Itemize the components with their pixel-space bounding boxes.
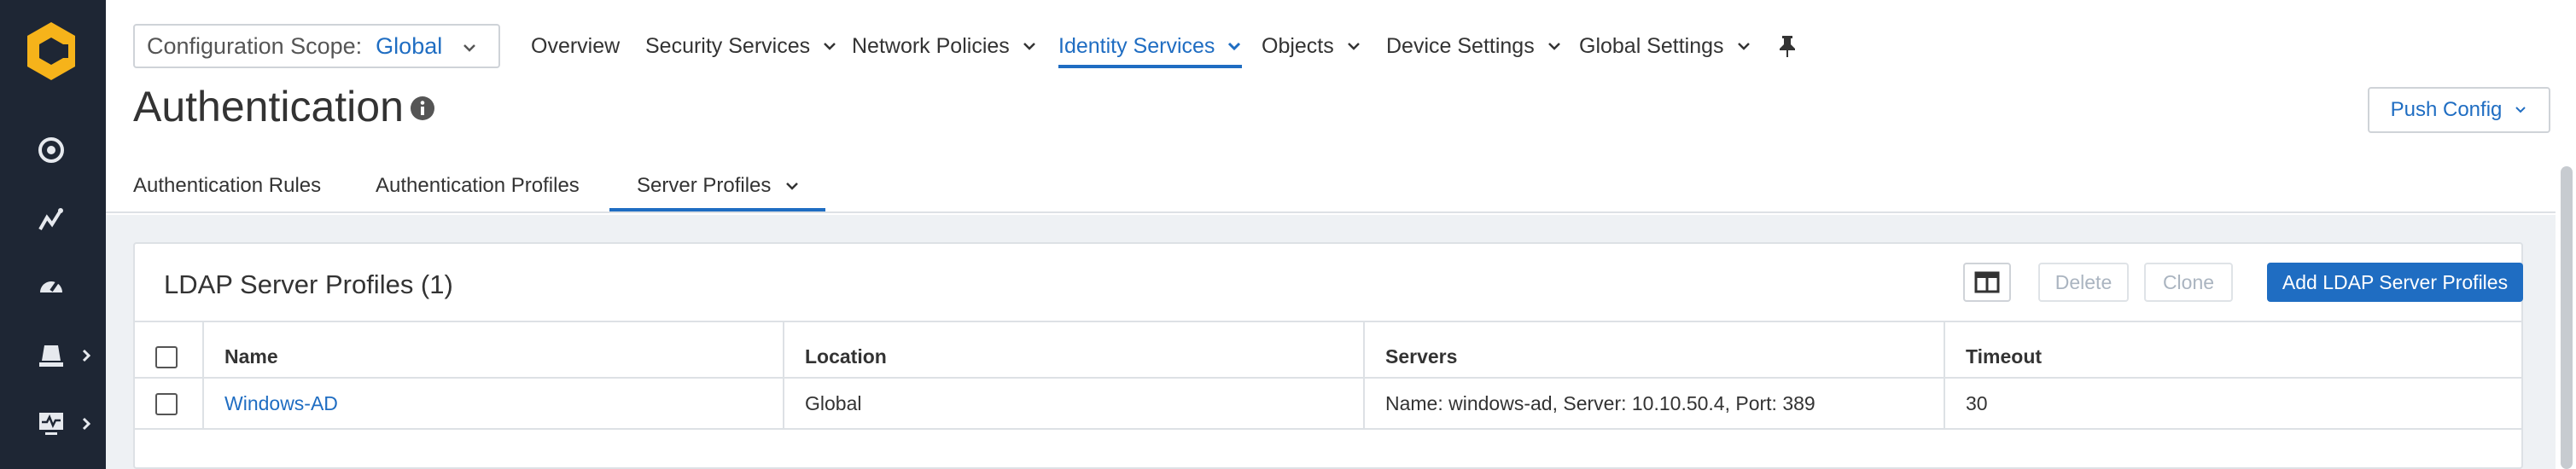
cell-servers: Name: windows-ad, Server: 10.10.50.4, Po…: [1364, 377, 1945, 430]
pin-icon: [1780, 36, 1795, 57]
row-checkbox[interactable]: [155, 392, 178, 415]
configuration-scope-select[interactable]: Configuration Scope: Global: [133, 24, 500, 68]
column-header-location[interactable]: Location: [784, 321, 1365, 378]
cell-name: Windows-AD: [203, 377, 784, 430]
nav-global-settings[interactable]: Global Settings: [1579, 29, 1751, 63]
activity-icon[interactable]: [34, 203, 68, 237]
profile-name-link[interactable]: Windows-AD: [224, 392, 338, 414]
select-all-checkbox[interactable]: [155, 346, 178, 368]
info-icon[interactable]: [410, 96, 435, 121]
table-header-row: Name Location Servers Timeout: [135, 321, 2523, 378]
main-area: Configuration Scope: Global Overview Sec…: [106, 0, 2576, 469]
chevron-down-icon: [1737, 43, 1750, 50]
table-row[interactable]: Windows-AD Global Name: windows-ad, Serv…: [135, 377, 2523, 430]
page-title: Authentication: [133, 83, 404, 130]
pin-button[interactable]: [1777, 29, 1798, 63]
gauge-icon[interactable]: [34, 269, 68, 304]
chevron-down-icon: [1347, 43, 1360, 50]
scope-value: Global: [376, 32, 443, 59]
vertical-scrollbar[interactable]: [2561, 166, 2573, 469]
nav-objects[interactable]: Objects: [1262, 29, 1361, 63]
chevron-down-icon: [1547, 43, 1560, 50]
chevron-right-icon[interactable]: [79, 416, 94, 431]
chevron-down-icon: [2515, 107, 2526, 113]
ldap-server-profiles-card: LDAP Server Profiles (1) Delete Clone Ad…: [133, 242, 2523, 469]
tab-authentication-profiles[interactable]: Authentication Profiles: [376, 174, 580, 198]
sub-tabs: Authentication Rules Authentication Prof…: [106, 162, 2556, 213]
column-header-timeout[interactable]: Timeout: [1944, 321, 2523, 378]
columns-button[interactable]: [1963, 263, 2011, 302]
logo-icon[interactable]: [24, 20, 79, 82]
nav-network-policies[interactable]: Network Policies: [852, 29, 1037, 63]
select-all-cell: [135, 321, 204, 378]
chevron-down-icon: [1023, 43, 1035, 50]
ldap-profiles-table: Name Location Servers Timeout Windows-AD…: [135, 321, 2523, 430]
chevron-down-icon: [463, 44, 475, 52]
monitor-icon[interactable]: [34, 406, 68, 440]
row-select-cell: [135, 377, 204, 430]
columns-icon: [1974, 271, 2000, 293]
add-ldap-server-profiles-button[interactable]: Add LDAP Server Profiles: [2267, 263, 2523, 302]
column-header-name[interactable]: Name: [203, 321, 784, 378]
nav-identity-services[interactable]: Identity Services: [1058, 29, 1243, 68]
chevron-down-icon: [1228, 42, 1241, 51]
cell-timeout: 30: [1944, 377, 2523, 430]
card-title: LDAP Server Profiles (1): [164, 269, 453, 299]
delete-button[interactable]: Delete: [2038, 263, 2129, 302]
chevron-down-icon: [786, 182, 799, 190]
nav-device-settings[interactable]: Device Settings: [1386, 29, 1562, 63]
scope-label: Configuration Scope:: [147, 32, 363, 59]
dashboard-icon[interactable]: [34, 133, 68, 167]
tab-authentication-rules[interactable]: Authentication Rules: [133, 174, 321, 198]
policies-icon[interactable]: [34, 338, 68, 372]
nav-security-services[interactable]: Security Services: [645, 29, 837, 63]
clone-button[interactable]: Clone: [2144, 263, 2233, 302]
nav-overview[interactable]: Overview: [531, 29, 620, 63]
cell-location: Global: [784, 377, 1365, 430]
chevron-down-icon: [824, 43, 836, 50]
tab-server-profiles[interactable]: Server Profiles: [609, 174, 826, 211]
column-header-servers[interactable]: Servers: [1364, 321, 1945, 378]
chevron-right-icon[interactable]: [79, 348, 94, 363]
left-sidebar: [0, 0, 106, 469]
push-config-button[interactable]: Push Config: [2368, 87, 2550, 133]
